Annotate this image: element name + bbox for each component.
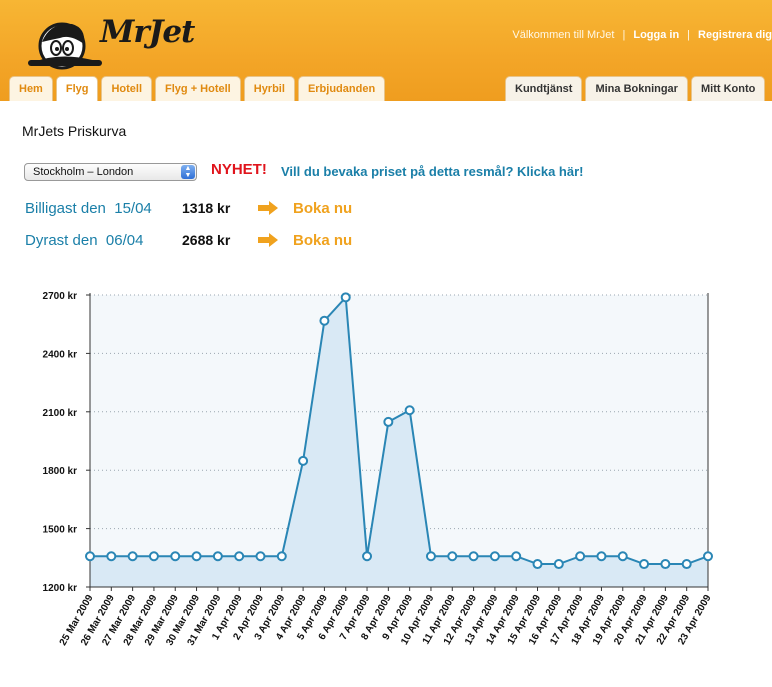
price-point	[298, 455, 309, 466]
price-point	[575, 551, 586, 562]
price-point	[362, 551, 373, 562]
price-point	[447, 551, 458, 562]
y-tick-label: 2100 kr	[43, 408, 78, 419]
y-tick-label: 2700 kr	[43, 291, 78, 302]
price-point	[489, 551, 500, 562]
price-point	[596, 551, 607, 562]
price-point	[425, 551, 436, 562]
price-point	[191, 551, 202, 562]
tab-mina-bokningar[interactable]: Mina Bokningar	[585, 76, 688, 101]
price-point	[511, 551, 522, 562]
price-point	[383, 416, 394, 427]
price-point	[276, 551, 287, 562]
y-tick-label: 1800 kr	[43, 466, 78, 477]
register-link[interactable]: Registrera dig	[698, 29, 772, 41]
price-point	[106, 551, 117, 562]
tab-flyg[interactable]: Flyg	[55, 76, 99, 101]
price-point	[170, 551, 181, 562]
price-point	[617, 551, 628, 562]
price-point	[319, 315, 330, 326]
price-point	[234, 551, 245, 562]
tab-hem[interactable]: Hem	[9, 76, 53, 101]
divider: |	[622, 29, 626, 41]
main-nav: Hem Flyg Hotell Flyg + Hotell Hyrbil Erb…	[9, 76, 388, 101]
top-links: Välkommen till MrJet | Logga in | Regist…	[512, 29, 772, 41]
welcome-text: Välkommen till MrJet	[512, 29, 615, 41]
y-tick-label: 2400 kr	[43, 349, 78, 360]
account-nav: Kundtjänst Mina Bokningar Mitt Konto	[505, 76, 768, 101]
price-point	[639, 559, 650, 570]
price-point	[148, 551, 159, 562]
price-point	[212, 551, 223, 562]
tab-erbjudanden[interactable]: Erbjudanden	[297, 76, 386, 101]
site-header: MrJet Välkommen till MrJet | Logga in | …	[0, 0, 772, 101]
price-curve-chart: 1200 kr 1500 kr 1800 kr 2100 kr 2400 kr 2700 …	[43, 291, 714, 648]
price-point	[127, 551, 138, 562]
tab-hyrbil[interactable]: Hyrbil	[243, 76, 295, 101]
tab-kundtjanst[interactable]: Kundtjänst	[505, 76, 583, 101]
tab-mitt-konto[interactable]: Mitt Konto	[690, 76, 766, 101]
y-tick-label: 1500 kr	[43, 525, 78, 536]
price-point	[255, 551, 266, 562]
logo-text: MrJet	[100, 14, 195, 50]
y-tick-label: 1200 kr	[43, 583, 78, 594]
tab-flyg-hotell[interactable]: Flyg + Hotell	[155, 76, 241, 101]
price-point	[553, 559, 564, 570]
login-link[interactable]: Logga in	[633, 29, 679, 41]
price-point	[681, 559, 692, 570]
divider: |	[687, 29, 691, 41]
tab-hotell[interactable]: Hotell	[101, 76, 153, 101]
price-point	[703, 551, 713, 562]
price-point	[660, 559, 671, 570]
price-point	[85, 551, 95, 562]
price-point	[404, 405, 415, 416]
price-point	[468, 551, 479, 562]
price-point	[340, 292, 351, 303]
price-point	[532, 559, 543, 570]
